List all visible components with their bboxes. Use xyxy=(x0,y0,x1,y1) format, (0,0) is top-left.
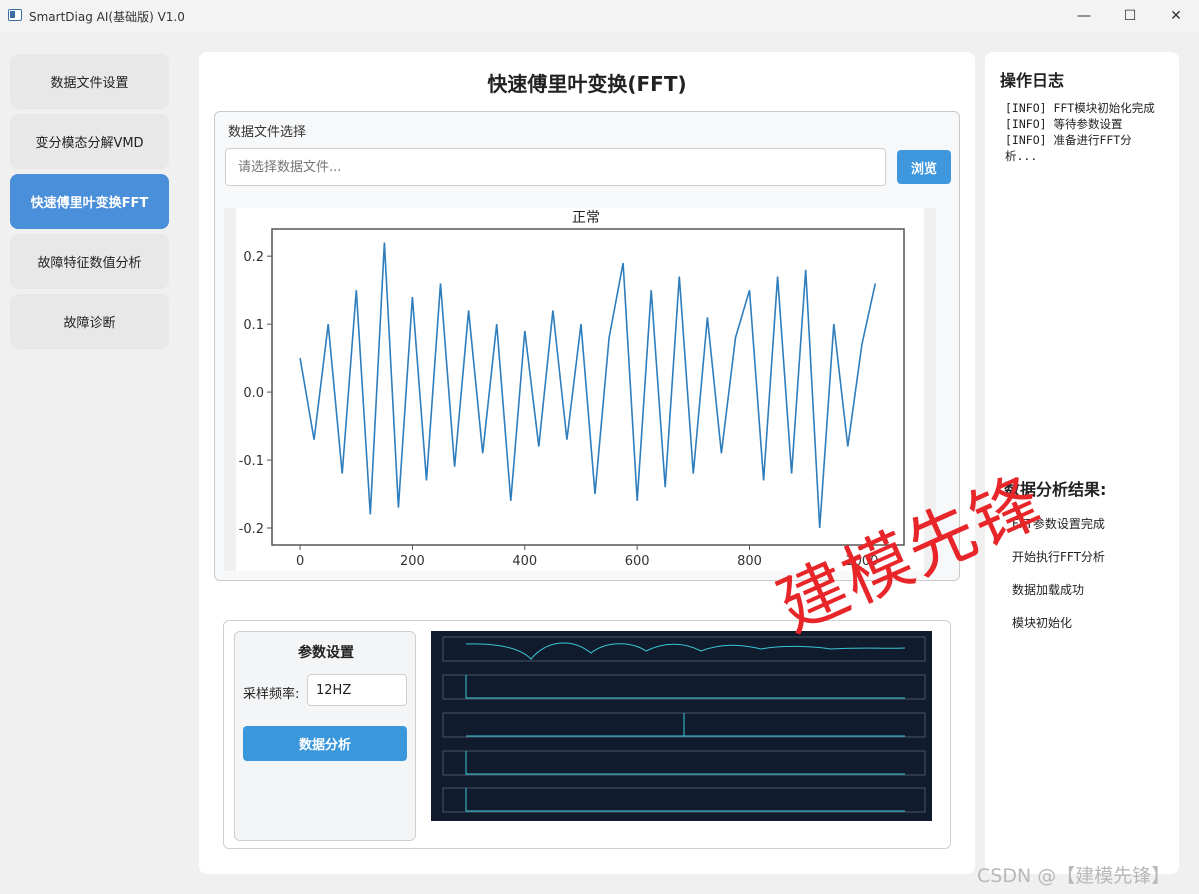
signal-plot: 正常 0 200 400 600 800 1000 0.2 0.1 0.0 -0.1 -0.2 xyxy=(224,208,936,571)
analysis-section: 参数设置 采样频率: 数据分析 xyxy=(223,620,951,849)
main-panel: 快速傅里叶变换(FFT) 数据文件选择 浏览 正常 02004006008001… xyxy=(199,52,975,874)
sampling-rate-input[interactable] xyxy=(307,674,407,706)
plot-frame xyxy=(271,228,905,546)
y-tick-label: -0.2 xyxy=(239,522,264,537)
log-line: [INFO] 准备进行FFT分 xyxy=(1005,133,1132,147)
shift-fft-positive-trace xyxy=(465,751,905,775)
fft-transform-trace xyxy=(465,675,905,699)
chart-title: 正常 xyxy=(572,210,600,226)
x-tick-label: 400 xyxy=(512,554,537,569)
maximize-button[interactable]: ☐ xyxy=(1107,0,1153,32)
page-title: 快速傅里叶变换(FFT) xyxy=(487,72,687,96)
param-settings-panel: 参数设置 采样频率: 数据分析 xyxy=(234,631,416,841)
nav-item-fault-diagnosis[interactable]: 故障诊断 xyxy=(10,294,169,349)
shift-fft-positive-subplot xyxy=(442,750,926,776)
close-button[interactable]: ✕ xyxy=(1153,0,1199,32)
original-signal-subplot xyxy=(442,636,926,662)
nav-item-fault-feature-analysis[interactable]: 故障特征数值分析 xyxy=(10,234,169,289)
file-select-group: 数据文件选择 浏览 正常 02004006008001000 0.20.10.0… xyxy=(214,111,960,581)
analyze-button[interactable]: 数据分析 xyxy=(243,726,407,761)
y-tick-label: 0.0 xyxy=(243,386,264,401)
result-item: 开始执行FFT分析 xyxy=(1012,550,1105,564)
fft-result-figure xyxy=(442,636,926,813)
log-line: [INFO] 等待参数设置 xyxy=(1005,117,1123,131)
nav-item-data-file-settings[interactable]: 数据文件设置 xyxy=(10,54,169,109)
param-settings-title: 参数设置 xyxy=(298,645,354,661)
result-item: 模块初始化 xyxy=(1012,616,1073,630)
x-tick-label: 0 xyxy=(296,554,304,569)
fft-out-positive-trace xyxy=(465,788,905,812)
browse-button[interactable]: 浏览 xyxy=(897,150,951,184)
file-group-label: 数据文件选择 xyxy=(228,125,307,140)
app-icon xyxy=(8,9,22,21)
window-title: SmartDiag AI(基础版) V1.0 xyxy=(29,10,185,24)
x-tick-label: 800 xyxy=(737,554,762,569)
y-tick-label: -0.1 xyxy=(239,454,264,469)
fft-out-positive-subplot xyxy=(442,787,926,813)
log-title: 操作日志 xyxy=(1000,71,1065,90)
csdn-watermark: CSDN @【建模先锋】 xyxy=(977,865,1171,887)
signal-chart-svg: 正常 0 200 400 600 800 1000 0.20.10.0-0.1-0.2 xyxy=(239,210,905,569)
nav-item-fft[interactable]: 快速傅里叶变换FFT xyxy=(10,174,169,229)
log-line: [INFO] FFT模块初始化完成 xyxy=(1005,101,1155,115)
title-bar: SmartDiag AI(基础版) V1.0 — ☐ ✕ xyxy=(0,0,1199,32)
signal-series-line xyxy=(299,242,877,529)
result-item: 数据加载成功 xyxy=(1012,583,1085,597)
sampling-rate-label: 采样频率: xyxy=(243,687,300,702)
shift-fft-trace xyxy=(466,713,905,737)
y-tick-label: 0.2 xyxy=(243,250,264,265)
x-tick-label: 600 xyxy=(625,554,650,569)
fft-result-image xyxy=(431,631,932,821)
y-tick-label: 0.1 xyxy=(243,318,264,333)
x-tick-label: 200 xyxy=(400,554,425,569)
nav-item-vmd[interactable]: 变分模态分解VMD xyxy=(10,114,169,169)
fft-transform-subplot xyxy=(442,674,926,700)
operation-log: [INFO] FFT模块初始化完成 [INFO] 等待参数设置 [INFO] 准… xyxy=(1005,100,1175,164)
original-signal-trace xyxy=(465,642,906,660)
log-line: 析... xyxy=(1005,149,1038,163)
minimize-button[interactable]: — xyxy=(1061,0,1107,32)
file-path-input[interactable] xyxy=(225,148,886,186)
